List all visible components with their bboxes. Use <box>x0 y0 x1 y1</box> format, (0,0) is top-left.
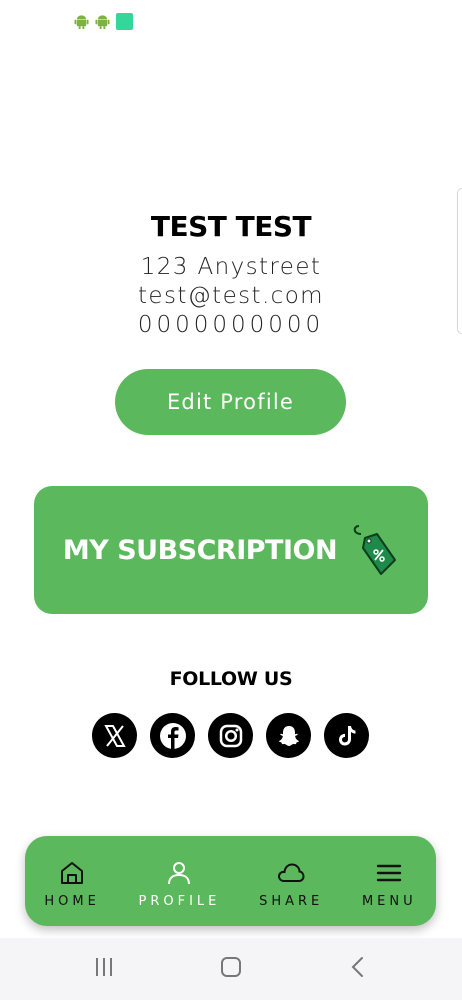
profile-email: test@test.com <box>138 283 324 309</box>
menu-icon <box>377 864 402 881</box>
home-icon <box>61 861 84 884</box>
nav-menu-label: MENU <box>361 893 417 909</box>
price-tag-icon <box>353 525 397 575</box>
edit-profile-label: Edit Profile <box>166 390 295 414</box>
x-icon[interactable] <box>92 713 137 758</box>
recents-icon[interactable] <box>91 954 117 984</box>
profile-icon <box>168 861 191 884</box>
profile-address: 123 Anystreet <box>140 254 322 280</box>
profile-name: TEST TEST <box>150 210 312 243</box>
profile-phone: 0000000000 <box>137 312 325 338</box>
bottom-nav: HOME PROFILE SHARE MENU <box>25 836 436 926</box>
android-icon <box>95 15 110 29</box>
facebook-icon[interactable] <box>150 713 195 758</box>
nav-profile-label: PROFILE <box>138 893 221 909</box>
tiktok-icon[interactable] <box>324 713 369 758</box>
home-square-icon[interactable] <box>218 954 244 984</box>
nav-share[interactable]: SHARE <box>259 854 323 909</box>
nav-menu[interactable]: MENU <box>362 854 417 909</box>
edit-profile-button[interactable]: Edit Profile <box>115 369 346 435</box>
subscription-label: MY SUBSCRIPTION <box>62 534 338 566</box>
social-links <box>92 713 369 758</box>
nav-share-label: SHARE <box>259 893 324 909</box>
back-icon[interactable] <box>345 954 371 984</box>
system-nav-bar <box>0 938 462 1000</box>
status-bar-icons <box>74 13 133 30</box>
my-subscription-button[interactable]: MY SUBSCRIPTION <box>34 486 428 614</box>
instagram-icon[interactable] <box>208 713 253 758</box>
cloud-icon <box>278 862 305 882</box>
notification-square-icon <box>116 13 133 30</box>
follow-us-title: FOLLOW US <box>169 668 293 690</box>
android-icon <box>74 15 89 29</box>
nav-profile[interactable]: PROFILE <box>139 854 221 909</box>
nav-home[interactable]: HOME <box>44 854 99 909</box>
nav-home-label: HOME <box>44 893 100 909</box>
snapchat-icon[interactable] <box>266 713 311 758</box>
